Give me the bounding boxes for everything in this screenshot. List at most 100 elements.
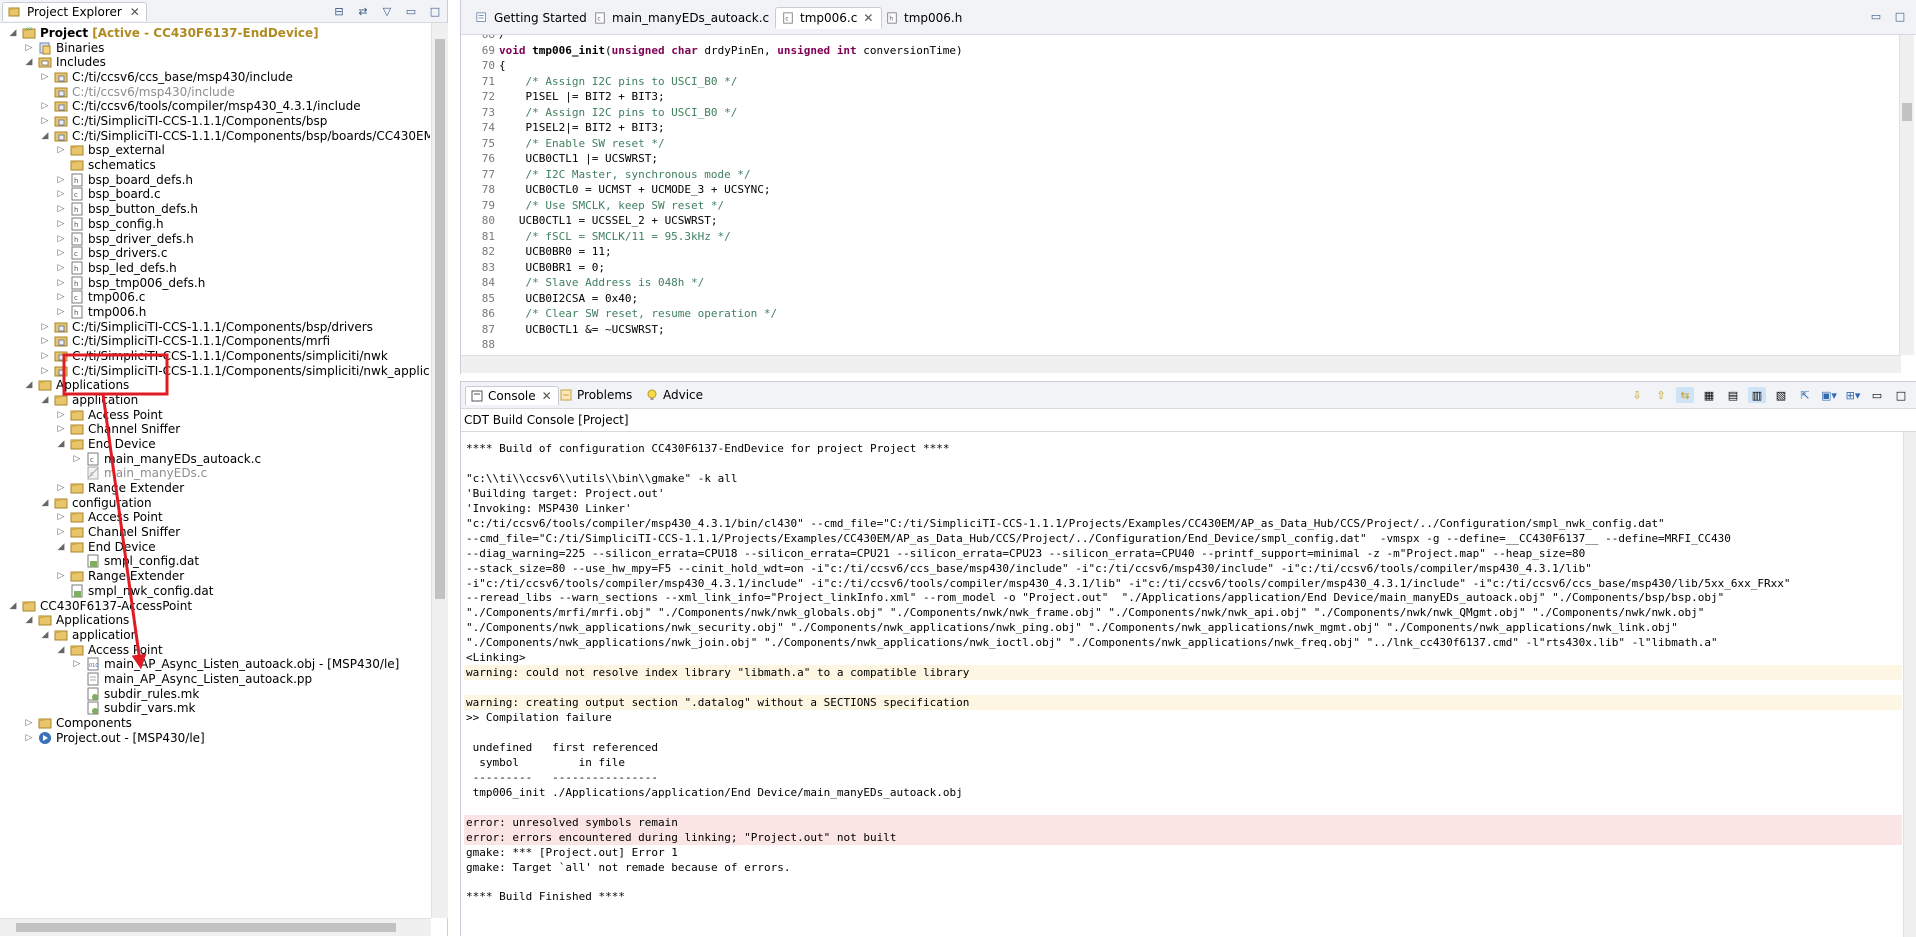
next-error-icon[interactable]: ⇩ [1628, 387, 1646, 403]
editor-tab-label: main_manyEDs_autoack.c [612, 11, 770, 25]
project-tree: ◢ ccs Project [Active - CC430F6137-EndDevi… [0, 23, 430, 918]
code-text: UCB0BR1 = 0; [499, 260, 605, 274]
code-line: 74 P1SEL2|= BIT2 + BIT3; [461, 120, 665, 135]
console-vertical-scrollbar[interactable] [1903, 432, 1916, 937]
minimize-icon[interactable]: ▭ [1868, 387, 1886, 403]
code-text: /* Assign I2C pins to USCI_B0 */ [499, 74, 738, 88]
open-console-icon[interactable]: ⊞▾ [1844, 387, 1862, 403]
tree-vertical-scrollbar[interactable] [431, 23, 448, 918]
code-text: UCB0CTL1 = UCSSEL_2 + UCSWRST; [499, 214, 718, 227]
console-line: "./Components/mrfi/mrfi.obj" "./Componen… [466, 606, 1705, 620]
tree-horizontal-scrollbar[interactable] [0, 918, 431, 936]
tree-hscroll-thumb[interactable] [16, 923, 396, 932]
console-line: --reread_libs --warn_sections --xml_link… [466, 591, 1725, 605]
editor-scroll-thumb[interactable] [1902, 103, 1912, 121]
svg-text:c: c [785, 16, 788, 23]
minimize-icon[interactable]: ▭ [403, 3, 419, 19]
code-line: 83 UCB0BR1 = 0; [461, 260, 605, 275]
tree-item-label: Project.out - [MSP430/le] [56, 730, 205, 745]
console-line: "c:\\ti\\ccsv6\\utils\\bin\\gmake" -k al… [466, 471, 738, 485]
svg-text:h: h [889, 16, 893, 23]
line-number: 68 [461, 35, 499, 42]
console-line: 'Building target: Project.out' [466, 486, 665, 500]
line-number: 72 [481, 90, 495, 103]
pin-console-icon[interactable]: ⇱ [1796, 387, 1814, 403]
console-tab[interactable]: Problems [555, 386, 638, 404]
project-explorer-title: Project Explorer [27, 5, 122, 19]
console-icon [471, 390, 483, 402]
minimize-icon[interactable]: ▭ [1868, 8, 1884, 24]
code-text: /* fSCL = SMCLK/11 = 95.3kHz */ [499, 229, 731, 243]
previous-error-icon[interactable]: ⇧ [1652, 387, 1670, 403]
svg-text:c: c [74, 250, 78, 258]
console-tab-bar: ⇩ ⇧ ⇆ ▦ ▤ ▥ ▧ ⇱ ▣▾ ⊞▾ ▭ □ Console ✕ Proble… [461, 382, 1916, 409]
word-wrap-icon[interactable]: ▧ [1772, 387, 1790, 403]
svg-text:c: c [74, 191, 78, 199]
console-output[interactable]: **** Build of configuration CC430F6137-E… [461, 432, 1902, 936]
project-explorer-panel: Project Explorer ✕ ⊟ ⇄ ▽ ▭ □ ◢ ccs Project… [0, 0, 448, 936]
editor-tab[interactable]: c tmp006.c ✕ [775, 7, 883, 29]
code-text: UCB0CTL1 &= ~UCSWRST; [499, 322, 665, 336]
code-line: 79 /* Use SMCLK, keep SW reset */ [461, 198, 724, 213]
console-tab[interactable]: Advice [641, 386, 709, 404]
editor-tab[interactable]: Getting Started [469, 7, 596, 29]
copy-build-log-icon[interactable]: ▦ [1700, 387, 1718, 403]
collapse-all-icon[interactable]: ⊟ [331, 3, 347, 19]
editor-horizontal-scrollbar[interactable] [461, 355, 1901, 373]
editor-tab[interactable]: c main_manyEDs_autoack.c [587, 7, 778, 29]
expand-arrow-icon[interactable]: ▷ [24, 729, 34, 747]
console-line: "c:/ti/ccsv6/tools/compiler/msp430_4.3.1… [466, 516, 1665, 530]
close-icon[interactable]: ✕ [542, 389, 552, 403]
console-line: --stack_size=80 --use_hw_mpy=F5 --cinit_… [466, 561, 1592, 575]
code-text: UCB0CTL1 |= UCSWRST; [499, 152, 658, 165]
editor-vertical-scrollbar[interactable] [1899, 35, 1914, 355]
line-number: 70 [481, 59, 495, 72]
code-text: void tmp006_init(unsigned char drdyPinEn… [499, 43, 963, 57]
console-line: **** Build Finished **** [466, 890, 625, 904]
display-console-icon[interactable]: ▣▾ [1820, 387, 1838, 403]
console-tab-label: Console [488, 389, 536, 403]
view-menu-icon[interactable]: ▽ [379, 3, 395, 19]
console-tab[interactable]: Console ✕ [465, 386, 559, 405]
tree-scroll-thumb[interactable] [435, 39, 445, 599]
close-icon[interactable]: ✕ [130, 3, 140, 21]
console-line: --------- ---------------- [466, 770, 659, 784]
tree-item[interactable]: ▷ Project.out - [MSP430/le] [0, 729, 430, 747]
svg-text:ccs: ccs [26, 26, 32, 31]
problems-icon [560, 389, 572, 401]
editor-tab-label: tmp006.c [800, 11, 858, 25]
code-text: / [499, 35, 506, 41]
link-with-editor-icon[interactable]: ⇄ [355, 3, 371, 19]
maximize-icon[interactable]: □ [1892, 387, 1910, 403]
show-error-icon[interactable]: ⇆ [1676, 387, 1694, 403]
svg-text:c: c [90, 456, 94, 464]
close-icon[interactable]: ✕ [863, 11, 873, 25]
console-view: ⇩ ⇧ ⇆ ▦ ▤ ▥ ▧ ⇱ ▣▾ ⊞▾ ▭ □ Console ✕ Proble… [460, 381, 1916, 937]
code-line: 81 /* fSCL = SMCLK/11 = 95.3kHz */ [461, 229, 731, 244]
code-area[interactable]: 68/69void tmp006_init(unsigned char drdy… [461, 35, 1896, 355]
warning-line: warning: could not resolve index library… [464, 665, 1902, 681]
code-line: 86 /* Clear SW reset, resume operation *… [461, 306, 777, 321]
h-file-icon: h [887, 12, 897, 24]
console-toolbar: ⇩ ⇧ ⇆ ▦ ▤ ▥ ▧ ⇱ ▣▾ ⊞▾ ▭ □ [1628, 387, 1910, 403]
project-explorer-header: Project Explorer ✕ ⊟ ⇄ ▽ ▭ □ [0, 0, 447, 23]
clear-console-icon[interactable]: ▤ [1724, 387, 1742, 403]
editor-tab[interactable]: h tmp006.h [879, 7, 971, 29]
code-text: /* Clear SW reset, resume operation */ [499, 307, 778, 320]
code-text: UCB0BR0 = 11; [499, 245, 612, 258]
console-line: >> Compilation failure [466, 711, 612, 725]
project-explorer-tab[interactable]: Project Explorer ✕ [2, 2, 147, 21]
maximize-icon[interactable]: □ [1892, 8, 1908, 24]
c-file-icon: c [783, 12, 793, 24]
code-line: 80 UCB0CTL1 = UCSSEL_2 + UCSWRST; [461, 213, 718, 228]
scroll-lock-icon[interactable]: ▥ [1748, 387, 1766, 403]
code-line: 87 UCB0CTL1 &= ~UCSWRST; [461, 322, 665, 337]
line-number: 85 [481, 291, 495, 305]
code-text: /* Enable SW reset */ [499, 136, 665, 150]
console-line: --diag_warning=225 --silicon_errata=CPU1… [466, 546, 1586, 560]
maximize-icon[interactable]: □ [427, 3, 443, 19]
code-line: 71 /* Assign I2C pins to USCI_B0 */ [461, 74, 738, 89]
